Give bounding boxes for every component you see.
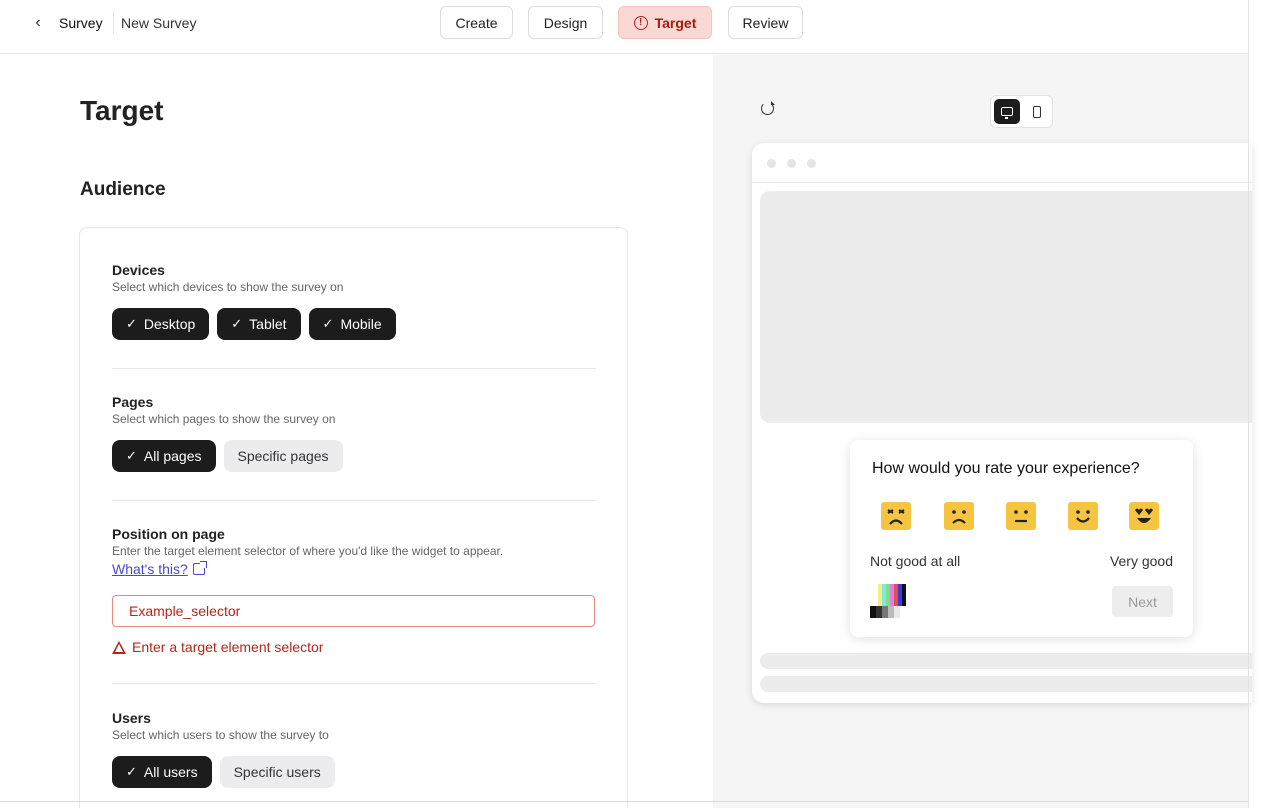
next-button[interactable]: Next bbox=[1112, 586, 1173, 617]
survey-widget-preview: How would you rate your experience? Not … bbox=[850, 440, 1193, 637]
position-description: Enter the target element selector of whe… bbox=[112, 544, 504, 558]
window-dot bbox=[807, 159, 816, 168]
divider bbox=[112, 368, 596, 369]
device-chip-tablet[interactable]: ✓ Tablet bbox=[217, 308, 301, 340]
whats-this-link[interactable]: What's this? bbox=[112, 561, 207, 577]
survey-name[interactable]: New Survey bbox=[121, 15, 196, 31]
audience-card: Devices Select which devices to show the… bbox=[79, 227, 628, 808]
pages-group: Pages Select which pages to show the sur… bbox=[112, 394, 596, 472]
top-bar: ‹ Survey New Survey Create Design ! Targ… bbox=[0, 0, 1248, 54]
users-description: Select which users to show the survey to bbox=[112, 728, 329, 742]
pages-chips: ✓ All pages Specific pages bbox=[112, 440, 596, 472]
section-title-audience: Audience bbox=[80, 179, 166, 200]
alert-circle-icon: ! bbox=[633, 15, 648, 30]
page-placeholder-line bbox=[760, 676, 1252, 692]
check-icon: ✓ bbox=[322, 316, 334, 331]
survey-question: How would you rate your experience? bbox=[872, 460, 1140, 477]
pages-chip-specific[interactable]: Specific pages bbox=[223, 440, 343, 472]
back-chevron-icon[interactable]: ‹ bbox=[28, 13, 48, 33]
window-dot bbox=[767, 159, 776, 168]
window-dot bbox=[787, 159, 796, 168]
breadcrumb-survey[interactable]: Survey bbox=[59, 15, 103, 31]
devices-chips: ✓ Desktop ✓ Tablet ✓ Mobile bbox=[112, 308, 596, 340]
pages-title: Pages bbox=[112, 394, 154, 410]
tab-create[interactable]: Create bbox=[440, 6, 513, 39]
users-chip-all[interactable]: ✓ All users bbox=[112, 756, 212, 788]
tab-design[interactable]: Design bbox=[528, 6, 603, 39]
breadcrumb-divider bbox=[113, 12, 114, 34]
users-group: Users Select which users to show the sur… bbox=[112, 710, 596, 788]
devices-description: Select which devices to show the survey … bbox=[112, 280, 344, 294]
page-placeholder-line bbox=[760, 653, 1252, 669]
position-group: Position on page Enter the target elemen… bbox=[112, 526, 596, 655]
check-icon: ✓ bbox=[231, 316, 243, 331]
scale-high-label: Very good bbox=[1109, 553, 1173, 569]
heart-eyes-face-icon[interactable] bbox=[1128, 500, 1160, 532]
pages-description: Select which pages to show the survey on bbox=[112, 412, 336, 426]
angry-face-icon[interactable] bbox=[880, 500, 912, 532]
device-toggle bbox=[990, 95, 1053, 128]
page-placeholder-block bbox=[760, 191, 1252, 423]
rating-emoji-row bbox=[880, 500, 1170, 534]
smile-face-icon[interactable] bbox=[1067, 500, 1099, 532]
check-icon: ✓ bbox=[126, 764, 137, 779]
desktop-preview-button[interactable] bbox=[994, 99, 1020, 124]
scale-low-label: Not good at all bbox=[870, 553, 961, 569]
device-chip-desktop[interactable]: ✓ Desktop bbox=[112, 308, 210, 340]
external-link-icon bbox=[192, 561, 207, 575]
browser-toolbar bbox=[752, 143, 1252, 183]
devices-group: Devices Select which devices to show the… bbox=[112, 262, 596, 340]
sad-face-icon[interactable] bbox=[943, 500, 975, 532]
brand-logo-icon bbox=[870, 584, 906, 618]
monitor-icon bbox=[1001, 107, 1013, 119]
warning-triangle-icon bbox=[112, 640, 126, 654]
devices-title: Devices bbox=[112, 262, 165, 278]
position-title: Position on page bbox=[112, 526, 225, 542]
page-title: Target bbox=[80, 95, 164, 126]
pages-chip-all[interactable]: ✓ All pages bbox=[112, 440, 216, 472]
mobile-preview-button[interactable] bbox=[1024, 99, 1050, 124]
divider bbox=[112, 683, 596, 684]
users-chips: ✓ All users Specific users bbox=[112, 756, 596, 788]
refresh-icon[interactable] bbox=[761, 101, 775, 115]
target-selector-input[interactable] bbox=[112, 595, 595, 627]
tab-review[interactable]: Review bbox=[728, 6, 803, 39]
window-edge bbox=[1248, 0, 1249, 808]
selector-error: Enter a target element selector bbox=[112, 639, 596, 655]
phone-icon bbox=[1033, 105, 1041, 118]
divider bbox=[112, 500, 596, 501]
tab-target[interactable]: ! Target bbox=[618, 6, 712, 39]
target-settings-panel: Target Audience Devices Select which dev… bbox=[0, 55, 713, 808]
check-icon: ✓ bbox=[126, 316, 137, 331]
neutral-face-icon[interactable] bbox=[1005, 500, 1037, 532]
users-title: Users bbox=[112, 710, 151, 726]
check-icon: ✓ bbox=[126, 448, 137, 463]
window-edge bbox=[0, 801, 1248, 802]
device-chip-mobile[interactable]: ✓ Mobile bbox=[308, 308, 396, 340]
preview-panel: How would you rate your experience? Not … bbox=[713, 55, 1252, 808]
users-chip-specific[interactable]: Specific users bbox=[219, 756, 335, 788]
